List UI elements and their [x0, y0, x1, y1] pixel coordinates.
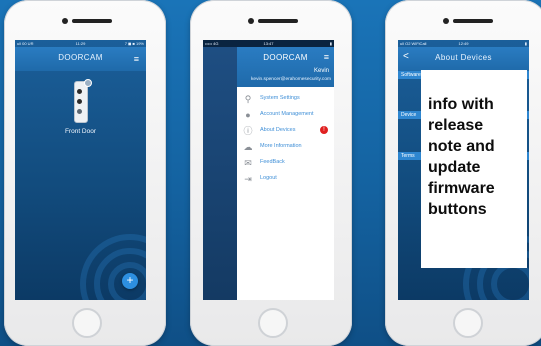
menu-item-logout[interactable]: ⇥ Logout	[243, 173, 333, 185]
app-header: DOORCAM ≡	[15, 47, 146, 71]
battery-icon: ▮	[524, 41, 527, 46]
menu-item-feedback[interactable]: ✉ FeedBack	[243, 157, 333, 169]
cloud-icon: ☁	[243, 142, 253, 152]
callout-text: info with release note and update firmwa…	[428, 94, 495, 220]
menu-icon[interactable]: ≡	[134, 54, 139, 64]
phone-2: ••••• 4G 13:47 ▮ DOORCAM ≡ Kevin kevin.s…	[190, 0, 352, 346]
callout-line: firmware	[428, 180, 495, 197]
menu-item-account-management[interactable]: ● Account Management	[243, 109, 333, 121]
menu-item-label: Account Management	[260, 111, 314, 117]
menu-item-label: FeedBack	[260, 159, 285, 165]
annotation-callout: info with release note and update firmwa…	[421, 70, 527, 268]
screen-menu: ••••• 4G 13:47 ▮ DOORCAM ≡ Kevin kevin.s…	[203, 40, 334, 300]
status-bar: ••••• 4G 13:47 ▮	[203, 40, 334, 47]
user-email: kevin.spencer@erahomesecurity.com	[251, 77, 331, 82]
device-settings-badge[interactable]	[84, 79, 92, 87]
callout-line: release	[428, 117, 484, 134]
menu-item-label: About Devices	[260, 127, 296, 133]
doorbell-button	[77, 109, 82, 114]
app-title: DOORCAM	[263, 53, 308, 62]
dimmed-content[interactable]	[203, 47, 237, 300]
callout-line: note and	[428, 138, 495, 155]
user-name: Kevin	[313, 68, 329, 74]
add-device-button[interactable]: +	[122, 273, 138, 289]
status-bar: ull O2 WiFiCall 12:49 ▮	[398, 40, 529, 47]
user-icon: ●	[245, 110, 251, 120]
home-button	[258, 308, 288, 338]
menu-icon[interactable]: ≡	[324, 52, 329, 62]
camera-lens	[77, 89, 82, 94]
front-camera	[62, 18, 68, 24]
app-title: DOORCAM	[58, 53, 103, 62]
menu-item-system-settings[interactable]: ⚲ System Settings	[243, 93, 333, 105]
section-label: Terms	[401, 153, 415, 159]
phone-1: ull 00 UR 11:29 7 ◼ ■ 19% DOORCAM ≡ Fron…	[4, 0, 166, 346]
page-title: About Devices	[435, 53, 492, 62]
camera-lens	[77, 99, 82, 104]
status-time: 13:47	[263, 41, 274, 46]
menu-item-more-information[interactable]: ☁ More Information	[243, 141, 333, 153]
callout-line: info with	[428, 96, 494, 113]
menu-item-label: Logout	[260, 175, 277, 181]
earpiece	[453, 19, 493, 23]
doorcam-device-icon[interactable]	[67, 79, 93, 123]
status-bar: ull 00 UR 11:29 7 ◼ ■ 19%	[15, 40, 146, 47]
alert-badge: !	[320, 126, 328, 134]
battery-text: 7 ◼ ■ 19%	[124, 41, 144, 46]
status-time: 12:49	[458, 41, 469, 46]
key-icon: ⚲	[244, 94, 252, 104]
screen-home: ull 00 UR 11:29 7 ◼ ■ 19% DOORCAM ≡ Fron…	[15, 40, 146, 300]
home-button	[453, 308, 483, 338]
menu-item-label: More Information	[260, 143, 302, 149]
logout-icon: ⇥	[244, 174, 252, 184]
home-button	[72, 308, 102, 338]
app-header: < About Devices	[398, 47, 529, 71]
front-camera	[248, 18, 254, 24]
callout-line: buttons	[428, 201, 487, 218]
front-camera	[443, 18, 449, 24]
battery-icon: ▮	[329, 41, 332, 46]
info-icon: ⓘ	[243, 126, 253, 136]
menu-item-about-devices[interactable]: ⓘ About Devices !	[243, 125, 333, 137]
menu-header: DOORCAM ≡ Kevin kevin.spencer@erahomesec…	[237, 47, 334, 87]
earpiece	[72, 19, 112, 23]
decorative-rings	[80, 234, 146, 300]
side-menu: DOORCAM ≡ Kevin kevin.spencer@erahomesec…	[237, 47, 334, 300]
callout-line: update	[428, 159, 481, 176]
section-label: Device	[401, 112, 417, 118]
mail-icon: ✉	[244, 158, 252, 168]
earpiece	[258, 19, 298, 23]
device-label[interactable]: Front Door	[15, 128, 146, 135]
menu-item-label: System Settings	[260, 95, 300, 101]
